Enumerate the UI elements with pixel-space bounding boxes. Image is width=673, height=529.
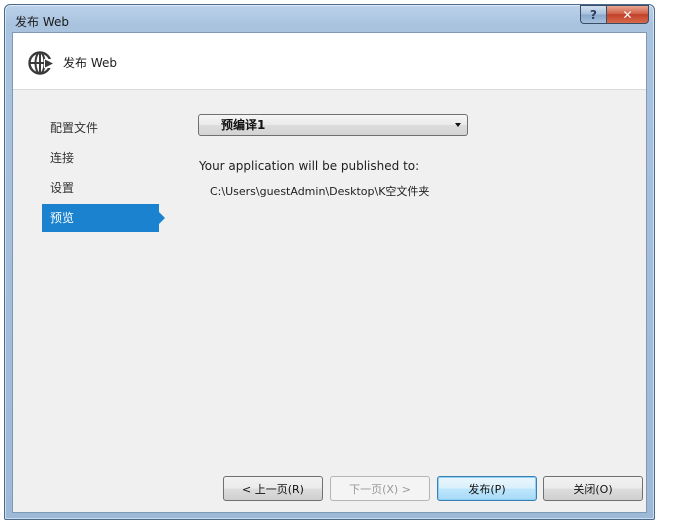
page-title: 发布 Web (63, 56, 117, 70)
nav-item-profile[interactable]: 配置文件 (42, 113, 172, 143)
nav-item-label: 预览 (50, 211, 75, 225)
window-title: 发布 Web (15, 15, 69, 29)
close-icon: ✕ (622, 7, 633, 22)
nav-item-label: 连接 (50, 151, 75, 165)
globe-publish-icon (27, 49, 55, 81)
nav-item-connection[interactable]: 连接 (42, 143, 172, 173)
wizard-header: 发布 Web (13, 33, 646, 90)
caption-buttons: ? ✕ (580, 5, 649, 25)
wizard-steps-nav: 配置文件 连接 设置 预览 (42, 113, 172, 232)
close-button[interactable]: 关闭(O) (543, 476, 643, 501)
close-window-button[interactable]: ✕ (606, 5, 649, 24)
profile-selected-value: 预编译1 (221, 118, 266, 132)
nav-item-label: 配置文件 (50, 121, 99, 135)
help-button[interactable]: ? (580, 5, 606, 24)
publish-path-text: C:\Users\guestAdmin\Desktop\K空文件夹 (210, 185, 430, 198)
publish-button[interactable]: 发布(P) (437, 476, 537, 501)
publish-web-dialog: 发布 Web ? ✕ 发布 Web 配置文件 连接 设置 预览 预编译1 You… (4, 4, 655, 520)
chevron-down-icon (455, 123, 461, 127)
nav-item-label: 设置 (50, 181, 75, 195)
profile-dropdown[interactable]: 预编译1 (198, 114, 468, 136)
nav-item-preview[interactable]: 预览 (42, 204, 165, 232)
dialog-client-area: 发布 Web 配置文件 连接 设置 预览 预编译1 Your applicati… (12, 32, 647, 513)
nav-item-settings[interactable]: 设置 (42, 173, 172, 203)
prev-button[interactable]: < 上一页(R) (223, 476, 323, 501)
publish-info-label: Your application will be published to: (199, 159, 420, 173)
title-bar[interactable]: 发布 Web ? ✕ (5, 5, 654, 33)
next-button[interactable]: 下一页(X) > (330, 476, 430, 501)
